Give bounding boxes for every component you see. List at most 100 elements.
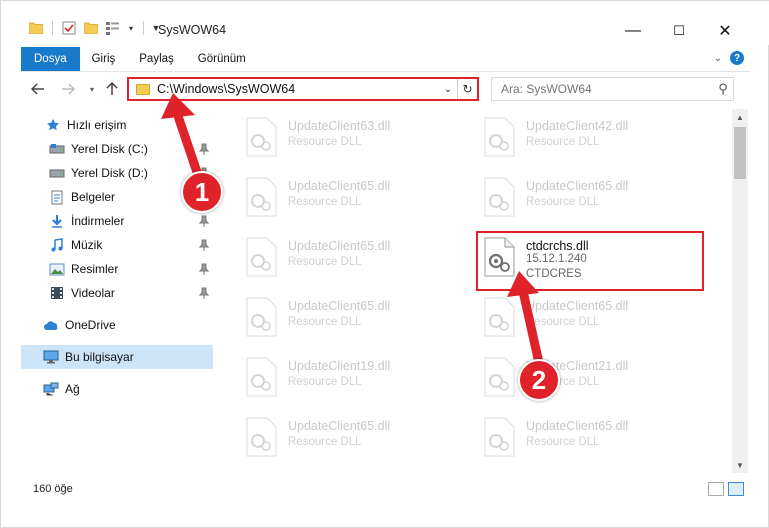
sidebar-item-label: Bu bilgisayar <box>65 350 134 364</box>
file-name: UpdateClient65.dll <box>288 239 391 253</box>
pin-icon[interactable] <box>199 215 209 227</box>
sidebar-item-quick-access[interactable]: Hızlı erişim <box>21 113 213 137</box>
tiles-view-icon[interactable] <box>728 482 744 496</box>
recent-locations-icon[interactable]: ▾ <box>83 79 101 99</box>
file-description: Resource DLL <box>288 316 362 328</box>
explorer-window: ▾ ▼ SysWOW64 — ☐ ✕ Dosya Giriş Paylaş Gö… <box>0 0 769 528</box>
search-input[interactable] <box>501 82 713 96</box>
sidebar-item-label: Yerel Disk (C:) <box>71 142 148 156</box>
file-description: Resource DLL <box>526 436 600 448</box>
tab-paylas[interactable]: Paylaş <box>127 47 186 71</box>
address-path[interactable]: C:\Windows\SysWOW64 <box>157 82 439 96</box>
sidebar-item-pictures[interactable]: Resimler <box>21 257 213 281</box>
file-description: Resource DLL <box>288 136 362 148</box>
file-description: Resource DLL <box>288 196 362 208</box>
file-item[interactable]: UpdateClient19.dll Resource DLL <box>234 351 464 403</box>
file-item[interactable]: UpdateClient65.dll Resource DLL <box>234 411 464 463</box>
file-item[interactable]: UpdateClient65.dll Resource DLL <box>234 291 464 343</box>
search-icon[interactable]: ⚲ <box>713 81 733 97</box>
forward-arrow-icon[interactable] <box>59 79 77 99</box>
file-name: UpdateClient65.dll <box>526 299 629 313</box>
dll-file-icon <box>246 297 277 337</box>
download-icon <box>49 213 65 229</box>
scroll-up-icon[interactable]: ▲ <box>732 109 748 125</box>
ribbon-divider <box>21 71 750 72</box>
sidebar-item-label: Belgeler <box>71 190 116 204</box>
dll-file-icon <box>484 117 515 157</box>
address-bar[interactable]: C:\Windows\SysWOW64 ⌄ ↻ <box>127 77 479 101</box>
pin-icon[interactable] <box>199 239 209 251</box>
back-arrow-icon[interactable] <box>29 79 47 99</box>
folder-icon <box>136 83 150 95</box>
dll-file-icon <box>484 297 515 337</box>
file-item[interactable]: UpdateClient65.dll Resource DLL <box>234 171 464 223</box>
dll-file-icon <box>484 417 515 457</box>
dll-file-icon <box>246 417 277 457</box>
file-name: UpdateClient65.dll <box>526 179 629 193</box>
chevron-down-icon[interactable]: ▾ <box>126 19 136 37</box>
drive-icon <box>49 165 65 181</box>
help-icon[interactable]: ? <box>730 51 744 65</box>
file-name: UpdateClient65.dll <box>288 419 391 433</box>
toolbar-divider <box>143 21 144 35</box>
pin-icon[interactable] <box>199 287 209 299</box>
file-item[interactable]: UpdateClient65.dll Resource DLL <box>472 411 702 463</box>
file-item[interactable]: UpdateClient65.dll Resource DLL <box>472 291 702 343</box>
file-item[interactable]: UpdateClient42.dll Resource DLL <box>472 111 702 163</box>
pin-icon[interactable] <box>199 143 209 155</box>
refresh-icon[interactable]: ↻ <box>457 79 477 99</box>
close-button[interactable]: ✕ <box>702 17 748 45</box>
dll-file-icon <box>246 357 277 397</box>
videos-icon <box>49 285 65 301</box>
sidebar-item-label: Videolar <box>71 286 115 300</box>
sidebar-item-onedrive[interactable]: OneDrive <box>21 313 213 337</box>
expand-ribbon-icon[interactable]: ⌄ <box>714 53 722 64</box>
tab-gorunum[interactable]: Görünüm <box>186 47 258 71</box>
navigation-pane: Hızlı erişim Yerel Disk (C:) Yerel Disk … <box>21 109 213 473</box>
scroll-down-icon[interactable]: ▼ <box>732 457 748 473</box>
maximize-button[interactable]: ☐ <box>656 17 702 45</box>
file-name: UpdateClient63.dll <box>288 119 391 133</box>
dll-file-icon <box>246 177 277 217</box>
callout-badge-2: 2 <box>518 359 560 401</box>
sidebar-item-disk-c[interactable]: Yerel Disk (C:) <box>21 137 213 161</box>
scrollbar-thumb[interactable] <box>734 127 746 179</box>
sidebar-item-this-pc[interactable]: Bu bilgisayar <box>21 345 213 369</box>
ribbon-controls: ⌄ ? <box>714 51 744 65</box>
tab-dosya[interactable]: Dosya <box>21 47 80 71</box>
sidebar-item-videos[interactable]: Videolar <box>21 281 213 305</box>
network-icon <box>43 381 59 397</box>
file-name: UpdateClient65.dll <box>288 299 391 313</box>
file-description: Resource DLL <box>526 196 600 208</box>
pin-icon[interactable] <box>199 263 209 275</box>
pictures-icon <box>49 261 65 277</box>
file-description: Resource DLL <box>526 136 600 148</box>
properties-icon[interactable] <box>60 19 78 37</box>
details-view-icon[interactable] <box>708 482 724 496</box>
view-options-icon[interactable] <box>104 19 122 37</box>
quick-access-toolbar: ▾ ▼ <box>27 19 161 37</box>
title-bar: ▾ ▼ SysWOW64 — ☐ ✕ <box>1 1 769 45</box>
file-item[interactable]: UpdateClient21.dll Resource DLL <box>472 351 702 403</box>
new-folder-icon[interactable] <box>82 19 100 37</box>
sidebar-item-downloads[interactable]: İndirmeler <box>21 209 213 233</box>
sidebar-item-label: Hızlı erişim <box>67 118 127 132</box>
file-description: Resource DLL <box>526 316 600 328</box>
file-item[interactable]: UpdateClient65.dll Resource DLL <box>234 231 464 283</box>
toolbar-divider <box>52 21 53 35</box>
sidebar-item-music[interactable]: Müzik <box>21 233 213 257</box>
sidebar-item-label: İndirmeler <box>71 214 125 228</box>
sidebar-item-label: Ağ <box>65 382 80 396</box>
vertical-scrollbar[interactable]: ▲ ▼ <box>732 109 748 473</box>
file-description: Resource DLL <box>288 436 362 448</box>
file-item[interactable]: UpdateClient65.dll Resource DLL <box>472 171 702 223</box>
search-box[interactable]: ⚲ <box>491 77 734 101</box>
file-item[interactable]: UpdateClient63.dll Resource DLL <box>234 111 464 163</box>
sidebar-item-network[interactable]: Ağ <box>21 377 213 401</box>
up-arrow-icon[interactable] <box>103 79 121 99</box>
sidebar-item-label: Müzik <box>71 238 103 252</box>
minimize-button[interactable]: — <box>610 17 656 45</box>
folder-icon[interactable] <box>27 19 45 37</box>
tab-giris[interactable]: Giriş <box>80 47 128 71</box>
chevron-down-icon[interactable]: ⌄ <box>439 84 457 95</box>
